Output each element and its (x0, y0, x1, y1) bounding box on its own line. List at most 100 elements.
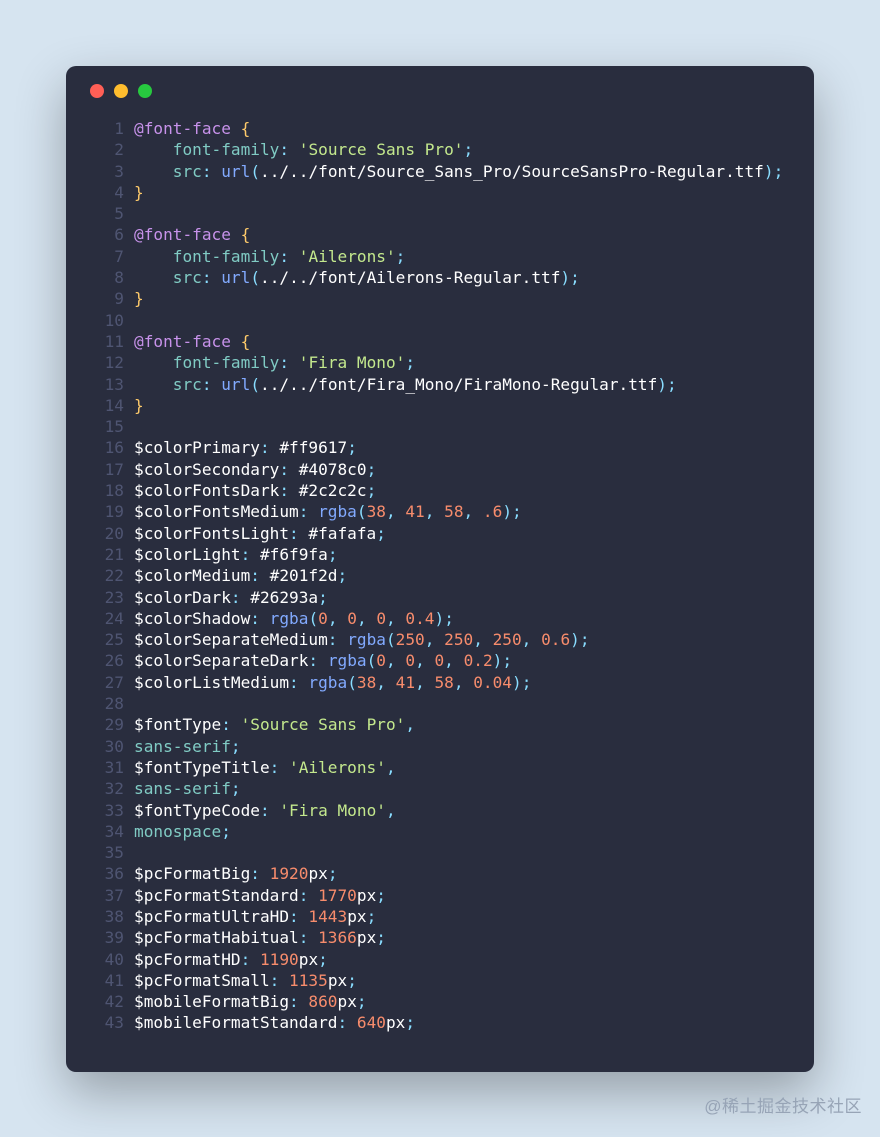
line-number: 25 (88, 629, 124, 650)
line-content: $colorMedium: #201f2d; (134, 565, 347, 586)
code-line: 22$colorMedium: #201f2d; (88, 565, 792, 586)
line-number: 12 (88, 352, 124, 373)
line-number: 8 (88, 267, 124, 288)
code-line: 20 $colorFontsLight: #fafafa; (88, 523, 792, 544)
line-content: monospace; (134, 821, 231, 842)
line-content: $colorFontsDark: #2c2c2c; (134, 480, 376, 501)
line-content: font-family: 'Fira Mono'; (134, 352, 415, 373)
line-number: 6 (88, 224, 124, 245)
line-content: $pcFormatSmall: 1135px; (134, 970, 357, 991)
code-line: 2 font-family: 'Source Sans Pro'; (88, 139, 792, 160)
code-line: 23$colorDark: #26293a; (88, 587, 792, 608)
code-line: 34 monospace; (88, 821, 792, 842)
line-content: $pcFormatHD: 1190px; (134, 949, 328, 970)
line-content: $colorFontsLight: #fafafa; (134, 523, 386, 544)
line-content: $colorFontsMedium: rgba(38, 41, 58, .6); (134, 501, 522, 522)
code-line: 14} (88, 395, 792, 416)
code-line: 16 $colorPrimary: #ff9617; (88, 437, 792, 458)
line-number: 41 (88, 970, 124, 991)
code-line: 26$colorSeparateDark: rgba(0, 0, 0, 0.2)… (88, 650, 792, 671)
line-number: 10 (88, 310, 124, 331)
line-content: $colorListMedium: rgba(38, 41, 58, 0.04)… (134, 672, 531, 693)
line-number: 7 (88, 246, 124, 267)
line-content: $fontTypeCode: 'Fira Mono', (134, 800, 396, 821)
line-number: 21 (88, 544, 124, 565)
code-line: 5 (88, 203, 792, 224)
code-line: 8 src: url(../../font/Ailerons-Regular.t… (88, 267, 792, 288)
traffic-lights (90, 84, 792, 98)
line-number: 4 (88, 182, 124, 203)
code-line: 18 $colorFontsDark: #2c2c2c; (88, 480, 792, 501)
line-number: 43 (88, 1012, 124, 1033)
line-number: 33 (88, 800, 124, 821)
code-line: 25 $colorSeparateMedium: rgba(250, 250, 2… (88, 629, 792, 650)
maximize-icon[interactable] (138, 84, 152, 98)
code-line: 38 $pcFormatUltraHD: 1443px; (88, 906, 792, 927)
code-line: 24$colorShadow: rgba(0, 0, 0, 0.4); (88, 608, 792, 629)
minimize-icon[interactable] (114, 84, 128, 98)
code-line: 10 (88, 310, 792, 331)
line-content: @font-face { (134, 118, 250, 139)
line-content: $pcFormatHabitual: 1366px; (134, 927, 386, 948)
line-content: $pcFormatStandard: 1770px; (134, 885, 386, 906)
code-line: 30sans-serif; (88, 736, 792, 757)
code-line: 41 $pcFormatSmall: 1135px; (88, 970, 792, 991)
line-content: src: url(../../font/Fira_Mono/FiraMono-R… (134, 374, 677, 395)
line-content: } (134, 395, 144, 416)
line-content: $colorSecondary: #4078c0; (134, 459, 376, 480)
line-number: 20 (88, 523, 124, 544)
code-line: 19 $colorFontsMedium: rgba(38, 41, 58, .6… (88, 501, 792, 522)
code-line: 37 $pcFormatStandard: 1770px; (88, 885, 792, 906)
line-number: 17 (88, 459, 124, 480)
line-number: 18 (88, 480, 124, 501)
line-number: 35 (88, 842, 124, 863)
line-number: 31 (88, 757, 124, 778)
code-line: 29$fontType: 'Source Sans Pro', (88, 714, 792, 735)
close-icon[interactable] (90, 84, 104, 98)
watermark-text: @稀土掘金技术社区 (704, 1092, 862, 1117)
line-number: 2 (88, 139, 124, 160)
line-number: 34 (88, 821, 124, 842)
code-line: 6 @font-face { (88, 224, 792, 245)
line-number: 32 (88, 778, 124, 799)
code-block: 1@font-face {2 font-family: 'Source Sans… (88, 118, 792, 1034)
code-line: 32sans-serif; (88, 778, 792, 799)
line-content: $fontTypeTitle: 'Ailerons', (134, 757, 396, 778)
line-content: } (134, 182, 144, 203)
line-number: 40 (88, 949, 124, 970)
line-content: font-family: 'Ailerons'; (134, 246, 405, 267)
code-line: 31 $fontTypeTitle: 'Ailerons', (88, 757, 792, 778)
line-number: 24 (88, 608, 124, 629)
code-line: 7 font-family: 'Ailerons'; (88, 246, 792, 267)
line-number: 13 (88, 374, 124, 395)
line-number: 38 (88, 906, 124, 927)
line-content: $fontType: 'Source Sans Pro', (134, 714, 415, 735)
line-number: 15 (88, 416, 124, 437)
line-content: $colorPrimary: #ff9617; (134, 437, 357, 458)
code-line: 12 font-family: 'Fira Mono'; (88, 352, 792, 373)
line-number: 19 (88, 501, 124, 522)
line-content: $colorLight: #f6f9fa; (134, 544, 338, 565)
code-line: 3 src: url(../../font/Source_Sans_Pro/So… (88, 161, 792, 182)
line-number: 36 (88, 863, 124, 884)
line-number: 27 (88, 672, 124, 693)
line-number: 37 (88, 885, 124, 906)
line-content: $colorDark: #26293a; (134, 587, 328, 608)
line-content: $colorSeparateMedium: rgba(250, 250, 250… (134, 629, 590, 650)
line-number: 28 (88, 693, 124, 714)
line-number: 30 (88, 736, 124, 757)
code-line: 28 (88, 693, 792, 714)
code-line: 43$mobileFormatStandard: 640px; (88, 1012, 792, 1033)
code-line: 35 (88, 842, 792, 863)
line-content: @font-face { (134, 224, 250, 245)
line-content: } (134, 288, 144, 309)
line-content: $colorSeparateDark: rgba(0, 0, 0, 0.2); (134, 650, 512, 671)
line-content: $pcFormatUltraHD: 1443px; (134, 906, 376, 927)
line-content: @font-face { (134, 331, 250, 352)
line-number: 16 (88, 437, 124, 458)
code-window: 1@font-face {2 font-family: 'Source Sans… (66, 66, 814, 1072)
code-line: 15 (88, 416, 792, 437)
line-number: 9 (88, 288, 124, 309)
line-number: 1 (88, 118, 124, 139)
code-line: 17 $colorSecondary: #4078c0; (88, 459, 792, 480)
